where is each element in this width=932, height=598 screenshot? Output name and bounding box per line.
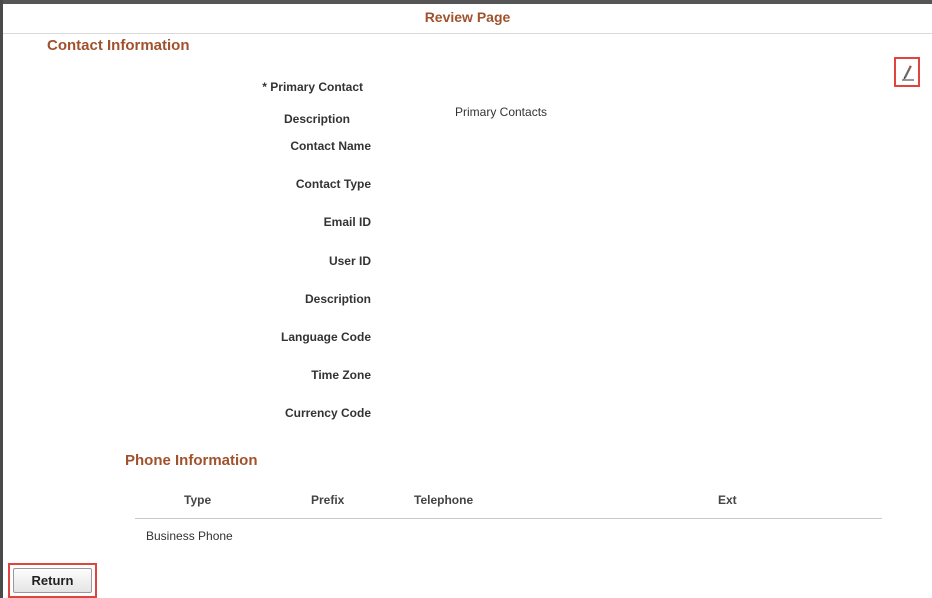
phone-row-type: Business Phone <box>146 529 233 543</box>
description-value: Primary Contacts <box>455 105 548 119</box>
phone-table-divider <box>135 518 882 519</box>
phone-column-ext: Ext <box>718 493 737 507</box>
phone-information-heading: Phone Information <box>125 452 258 469</box>
description2-label: Description <box>304 292 371 306</box>
contact-name-label: Contact Name <box>290 139 371 153</box>
return-button[interactable]: Return <box>13 568 92 593</box>
page-header: Review Page <box>3 4 932 34</box>
pencil-edit-icon <box>902 65 914 81</box>
phone-column-telephone: Telephone <box>414 493 474 507</box>
contact-type-label: Contact Type <box>295 177 371 191</box>
description-label: Description <box>283 112 350 126</box>
edit-button[interactable] <box>894 57 920 87</box>
return-button-highlight: Return <box>8 563 97 598</box>
phone-column-type: Type <box>184 493 212 507</box>
window-left-border <box>0 0 3 598</box>
time-zone-label: Time Zone <box>311 368 371 382</box>
phone-column-prefix: Prefix <box>311 493 345 507</box>
email-id-label: Email ID <box>323 215 371 229</box>
page-title: Review Page <box>424 9 511 25</box>
primary-contact-label: * Primary Contact <box>262 80 363 94</box>
currency-code-label: Currency Code <box>284 406 371 420</box>
language-code-label: Language Code <box>280 330 371 344</box>
contact-information-heading: Contact Information <box>47 37 190 54</box>
user-id-label: User ID <box>328 254 371 268</box>
